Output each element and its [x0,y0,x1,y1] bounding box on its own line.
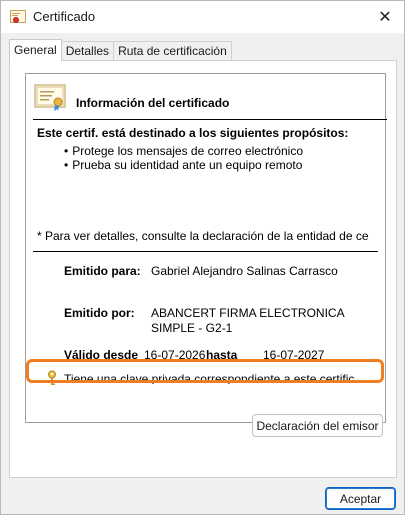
purpose-list: Protege los mensajes de correo electróni… [64,144,303,172]
highlight-annotation [26,359,384,383]
divider [33,251,378,252]
tab-bar: General Detalles Ruta de certificación [9,39,232,61]
details-note: * Para ver detalles, consulte la declara… [37,229,369,243]
tab-general[interactable]: General [9,39,62,61]
accept-button[interactable]: Aceptar [325,487,396,510]
purpose-heading: Este certif. está destinado a los siguie… [37,126,349,140]
certificate-icon [34,84,66,112]
divider [33,119,387,120]
close-icon: ✕ [378,9,392,26]
issued-by-label: Emitido por: [64,306,135,320]
purpose-item: Protege los mensajes de correo electróni… [64,144,303,158]
window-title: Certificado [33,9,96,24]
tab-certification-path[interactable]: Ruta de certificación [113,41,232,61]
certificate-dialog: Certificado ✕ General Detalles Ruta de c… [0,0,405,515]
issued-to-value: Gabriel Alejandro Salinas Carrasco [151,264,338,278]
purpose-item: Prueba su identidad ante un equipo remot… [64,158,303,172]
issued-by-value: ABANCERT FIRMA ELECTRONICA SIMPLE - G2-1 [151,306,344,335]
certificate-icon [10,10,26,24]
info-title: Información del certificado [76,96,230,110]
issuer-statement-button[interactable]: Declaración del emisor [252,414,383,437]
close-button[interactable]: ✕ [372,5,398,29]
issued-to-label: Emitido para: [64,264,141,278]
general-tab-panel: Información del certificado Este certif.… [9,60,397,478]
title-bar: Certificado ✕ [1,1,404,33]
tab-details[interactable]: Detalles [60,41,115,61]
